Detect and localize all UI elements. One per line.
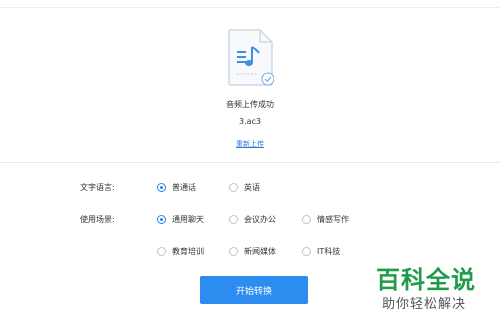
top-border [0, 0, 500, 8]
reupload-link[interactable]: 重新上传 [236, 140, 264, 148]
radio-checked[interactable] [157, 182, 166, 192]
scene-option-education[interactable]: 教育培训 [157, 245, 204, 257]
language-option-mandarin[interactable]: 普通话 [157, 181, 196, 193]
option-label: IT科技 [317, 246, 341, 256]
option-label: 情感写作 [317, 214, 349, 224]
scene-option-emotional-writing[interactable]: 情感写作 [302, 213, 349, 225]
radio-unchecked[interactable] [229, 214, 238, 224]
scene-option-news-media[interactable]: 新闻媒体 [229, 245, 276, 257]
divider [0, 162, 500, 163]
start-convert-button[interactable]: 开始转换 [200, 276, 308, 304]
option-label: 通用聊天 [172, 214, 204, 224]
language-option-english[interactable]: 英语 [229, 181, 260, 193]
radio-unchecked[interactable] [157, 246, 166, 256]
audio-file-icon [228, 29, 274, 86]
option-label: 会议办公 [244, 214, 276, 224]
scene-option-it-tech[interactable]: IT科技 [302, 245, 340, 257]
radio-unchecked[interactable] [229, 246, 238, 256]
watermark-title: 百科全说 [376, 266, 476, 294]
radio-unchecked[interactable] [302, 214, 311, 224]
radio-checked[interactable] [157, 214, 166, 224]
scene-option-meeting[interactable]: 会议办公 [229, 213, 276, 225]
upload-status: 音频上传成功 [226, 100, 274, 109]
scene-label: 使用场景: [80, 215, 115, 224]
option-label: 英语 [244, 182, 260, 192]
file-name: 3.ac3 [238, 117, 262, 126]
watermark: 百科全说 助你轻松解决 [372, 260, 492, 316]
radio-unchecked[interactable] [229, 182, 238, 192]
language-label: 文字语言: [80, 183, 115, 192]
option-label: 新闻媒体 [244, 246, 276, 256]
check-circle-icon [261, 72, 274, 86]
scene-option-general-chat[interactable]: 通用聊天 [157, 213, 204, 225]
option-label: 教育培训 [172, 246, 204, 256]
watermark-subtitle: 助你轻松解决 [382, 297, 467, 312]
reupload-link-wrap: 重新上传 [0, 139, 500, 149]
radio-unchecked[interactable] [302, 246, 311, 256]
option-label: 普通话 [172, 182, 196, 192]
